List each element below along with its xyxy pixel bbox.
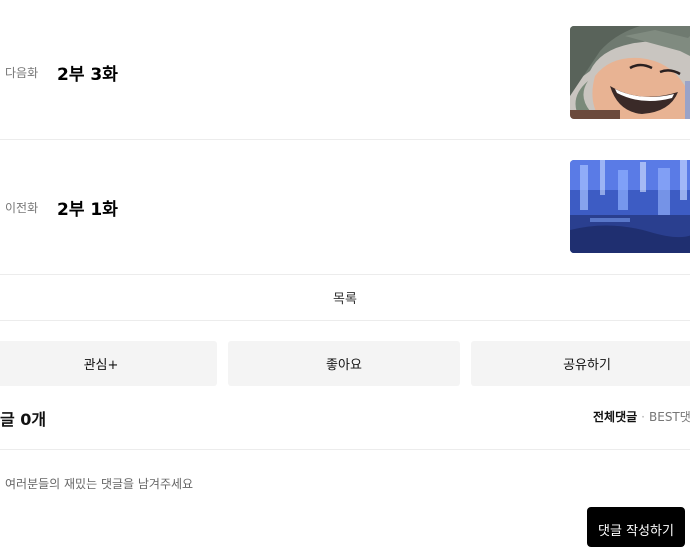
subscribe-button[interactable]: 관심+ <box>0 341 217 386</box>
next-episode-title[interactable]: 2부 3화 <box>57 60 118 85</box>
like-button[interactable]: 좋아요 <box>228 341 460 386</box>
like-label: 좋아요 <box>326 358 362 373</box>
tab-separator: · <box>641 410 645 424</box>
episode-list-button[interactable]: 목록 <box>0 274 690 321</box>
tab-best-comments[interactable]: BEST댓 <box>649 410 690 424</box>
previous-episode-title[interactable]: 2부 1화 <box>57 195 118 220</box>
next-episode-thumbnail[interactable] <box>570 26 690 119</box>
comment-header: 글 0개 전체댓글 · BEST댓 <box>0 395 690 450</box>
previous-episode-thumbnail[interactable] <box>570 160 690 253</box>
share-label: 공유하기 <box>563 358 611 373</box>
share-button[interactable]: 공유하기 <box>471 341 690 386</box>
next-episode-label: 다음화 <box>5 66 39 80</box>
comment-sort-tabs: 전체댓글 · BEST댓 <box>593 408 690 425</box>
previous-episode-row[interactable]: 이전화 2부 1화 <box>0 140 690 275</box>
next-episode-row[interactable]: 다음화 2부 3화 <box>0 5 690 140</box>
previous-episode-label: 이전화 <box>5 201 39 215</box>
comment-input[interactable]: 여러분들의 재밌는 댓글을 남겨주세요 <box>5 475 193 492</box>
write-comment-button[interactable]: 댓글 작성하기 <box>587 507 685 547</box>
tab-all-comments[interactable]: 전체댓글 <box>593 410 637 424</box>
subscribe-label: 관심+ <box>83 358 119 373</box>
episode-list-label: 목록 <box>333 291 357 307</box>
comment-count: 글 0개 <box>0 410 47 429</box>
write-comment-label: 댓글 작성하기 <box>598 524 674 539</box>
